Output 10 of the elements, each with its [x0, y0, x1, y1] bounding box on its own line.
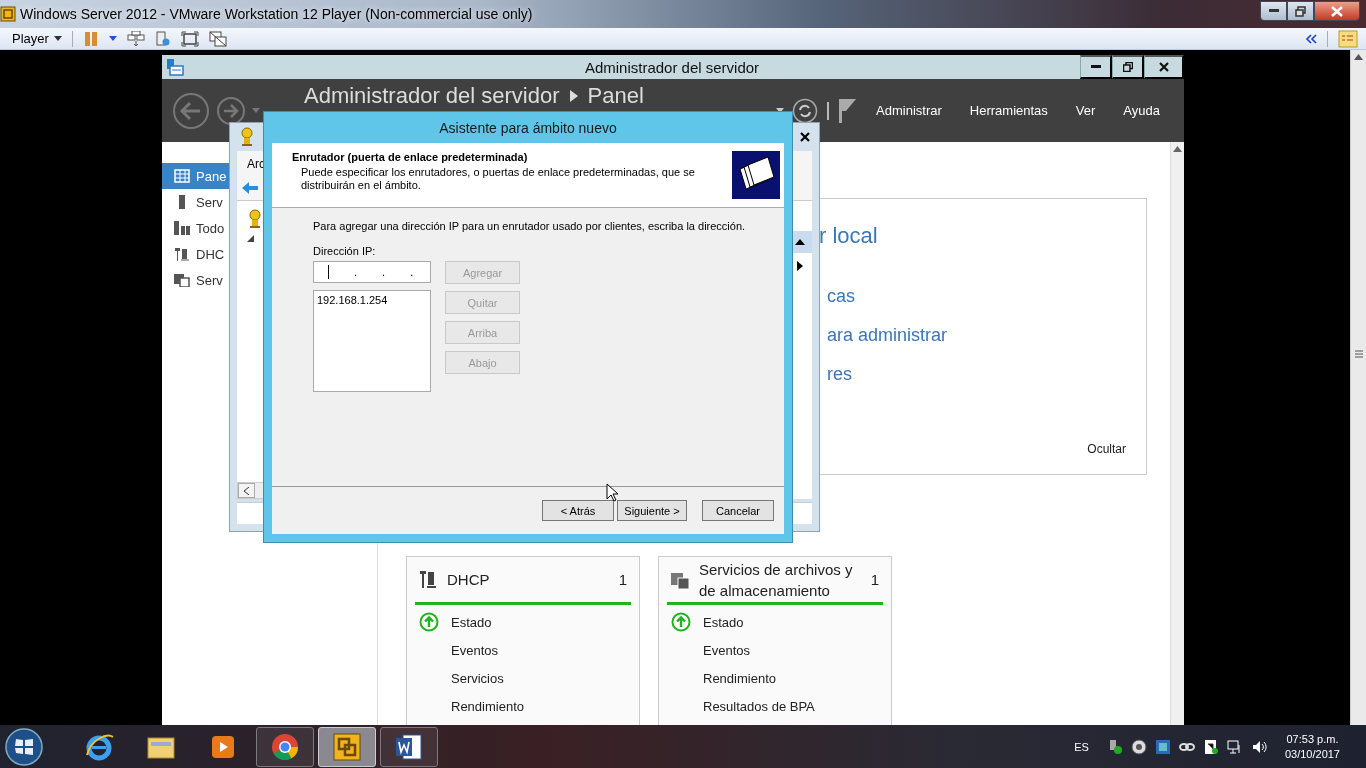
tile-count: 1 [870, 571, 879, 588]
dialog-title: Asistente para ámbito nuevo [438, 118, 618, 138]
page-heading: Enrutador (puerta de enlace predeterminada) [292, 151, 529, 163]
page-description: Puede especificar los enrutadores, o puertas de enlace predeterminadas, que se distribuirán en el ámbito. [301, 166, 696, 192]
welcome-heading: r local [819, 223, 879, 249]
window-title: Administrador del servidor [583, 58, 761, 76]
window-title: Windows Server 2012 - VMware Workstation 12 Player (Non-commercial use only) [20, 6, 533, 22]
instruction-text: Para agregar una dirección IP para un enrutador usado por clientes, escriba la dirección. [313, 220, 747, 232]
tile-count: 1 [618, 571, 627, 588]
field-label: Dirección IP: [313, 245, 377, 257]
